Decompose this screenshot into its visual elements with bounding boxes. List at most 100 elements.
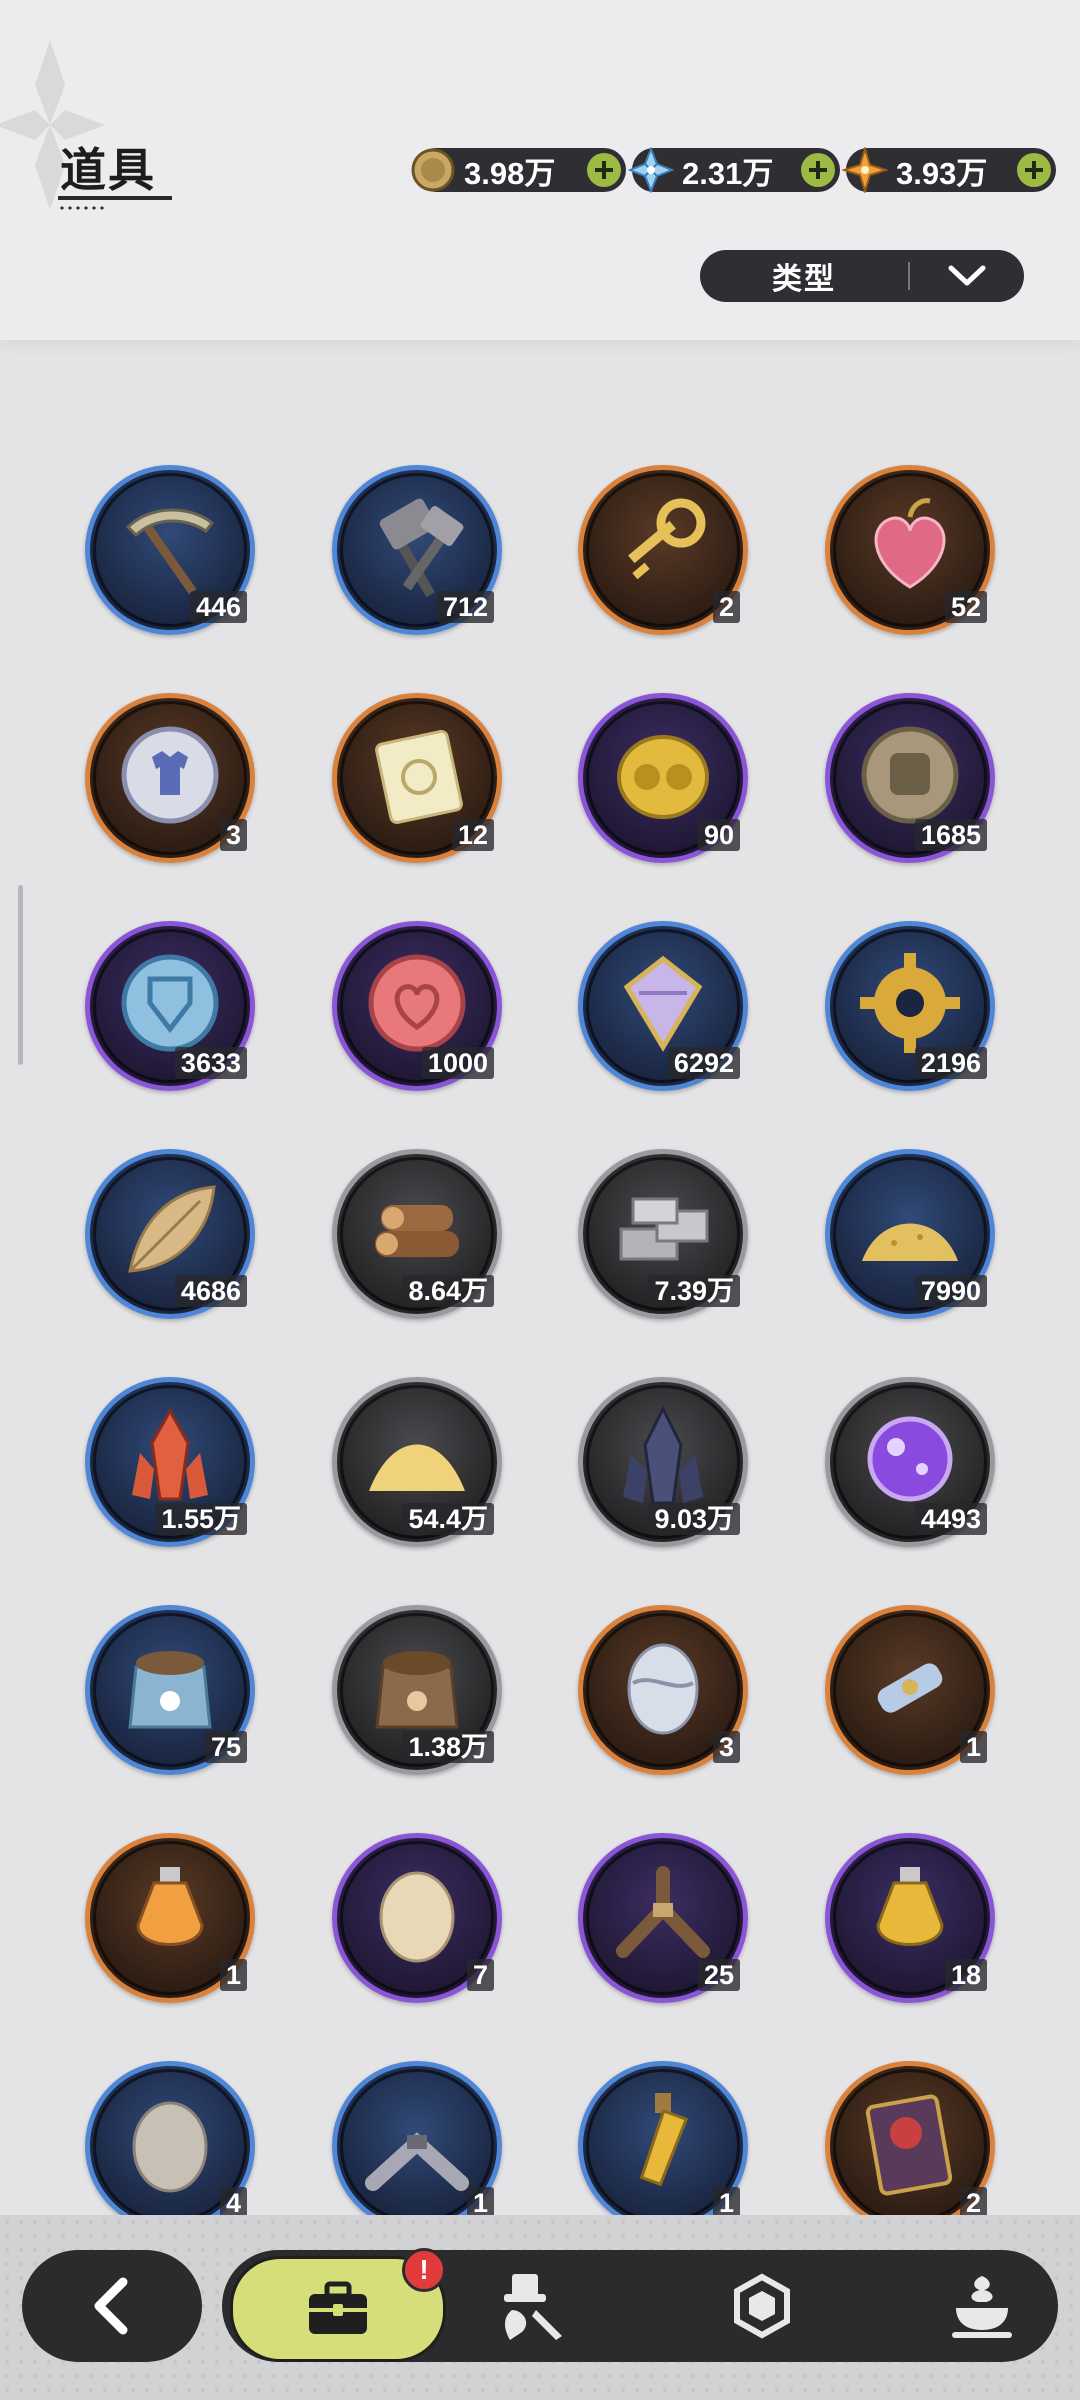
gray-feather-bundle-icon: [365, 2132, 469, 2191]
item-slot-book[interactable]: 2: [825, 2061, 995, 2215]
item-slot-red-crystal[interactable]: 1.55万: [85, 1377, 255, 1547]
item-count: 1: [466, 2187, 494, 2215]
type-filter-label: 类型: [772, 263, 836, 296]
crystal-heart-fruit-icon: [874, 498, 946, 589]
item-slot-purple-orb[interactable]: 4493: [825, 1377, 995, 1547]
item-slot-yellow-potion[interactable]: 18: [825, 1833, 995, 2003]
scale-gem-icon: [623, 955, 703, 1052]
item-count: 1.55万: [155, 1503, 247, 1535]
item-slot-heart-coin[interactable]: 1000: [332, 921, 502, 1091]
crystal-flower-icon: [628, 147, 674, 193]
item-slot-outfit-token[interactable]: 3: [85, 693, 255, 863]
item-count: 3: [219, 819, 247, 851]
gold-coin-icon: [411, 148, 455, 192]
brown-food-sack-icon: [375, 1651, 459, 1729]
blue-food-sack-icon: [128, 1651, 212, 1729]
item-slot-hammer[interactable]: 712: [332, 465, 502, 635]
title-dots: [58, 206, 106, 210]
fist-medal-icon: [861, 726, 959, 824]
gold-sand-icon: [862, 1223, 958, 1261]
gear-icon: [860, 953, 960, 1053]
item-slot-wood-logs[interactable]: 8.64万: [332, 1149, 502, 1319]
gold-emblem-icon: [617, 735, 709, 819]
scrollbar[interactable]: [18, 885, 23, 1065]
item-slot-blue-food-sack[interactable]: 75: [85, 1605, 255, 1775]
hammer-icon: [379, 498, 464, 598]
purple-orb-icon: [867, 1416, 953, 1502]
item-slot-gray-egg[interactable]: 4: [85, 2061, 255, 2215]
tab-equipment[interactable]: [462, 2250, 602, 2362]
item-count: 446: [189, 591, 247, 623]
item-count: 3: [712, 1731, 740, 1763]
item-count: 7990: [914, 1275, 987, 1307]
hexagon-crystal-icon: [734, 2273, 790, 2339]
item-count: 90: [697, 819, 740, 851]
item-slot-pickaxe[interactable]: 446: [85, 465, 255, 635]
item-count: 1: [712, 2187, 740, 2215]
item-slot-gold-sand[interactable]: 7990: [825, 1149, 995, 1319]
item-slot-gold-emblem[interactable]: 90: [578, 693, 748, 863]
dish-icon: [952, 2276, 1012, 2338]
back-button[interactable]: [22, 2250, 202, 2362]
golden-key-icon: [628, 498, 706, 580]
item-slot-blue-medal[interactable]: 3633: [85, 921, 255, 1091]
item-slot-dark-crystal[interactable]: 9.03万: [578, 1377, 748, 1547]
currency-gold-value: 3.98万: [464, 155, 556, 191]
item-slot-cream-egg[interactable]: 7: [332, 1833, 502, 2003]
item-count: 712: [436, 591, 494, 623]
item-slot-brown-food-sack[interactable]: 1.38万: [332, 1605, 502, 1775]
currency-star-value: 3.93万: [896, 155, 988, 191]
item-slot-sand-pile[interactable]: 54.4万: [332, 1377, 502, 1547]
tab-food[interactable]: [912, 2250, 1052, 2362]
item-slot-fist-medal[interactable]: 1685: [825, 693, 995, 863]
pickaxe-icon: [125, 508, 215, 595]
item-count: 1685: [914, 819, 987, 851]
hat-sword-icon: [504, 2274, 562, 2340]
bag-icon: [309, 2281, 367, 2334]
item-count: 1: [219, 1959, 247, 1991]
add-crystal-button[interactable]: [801, 153, 835, 187]
item-count: 52: [944, 591, 987, 623]
add-gold-button[interactable]: [587, 153, 621, 187]
red-crystal-icon: [132, 1407, 208, 1501]
item-count: 3633: [174, 1047, 247, 1079]
add-star-button[interactable]: [1017, 153, 1051, 187]
item-count: 54.4万: [402, 1503, 494, 1535]
chevron-down-icon: [948, 265, 986, 286]
herb-bundle-icon: [616, 1866, 710, 1958]
item-count: 1: [959, 1731, 987, 1763]
tab-crystal[interactable]: [692, 2250, 832, 2362]
item-slot-scale-gem[interactable]: 6292: [578, 921, 748, 1091]
ticket-icon: [375, 730, 463, 824]
item-slot-crystal-heart-fruit[interactable]: 52: [825, 465, 995, 635]
heart-coin-icon: [368, 954, 466, 1052]
bag-alert-badge: !: [402, 2248, 446, 2292]
item-count: 18: [944, 1959, 987, 1991]
outfit-token-icon: [121, 726, 219, 824]
item-slot-gear[interactable]: 2196: [825, 921, 995, 1091]
item-count: 4: [219, 2187, 247, 2215]
type-filter-button[interactable]: 类型: [700, 250, 1024, 302]
item-slot-gray-feather-bundle[interactable]: 1: [332, 2061, 502, 2215]
item-slot-golden-key[interactable]: 2: [578, 465, 748, 635]
item-slot-orange-potion[interactable]: 1: [85, 1833, 255, 2003]
item-slot-leaf[interactable]: 4686: [85, 1149, 255, 1319]
item-count: 2: [712, 591, 740, 623]
item-slot-silver-egg[interactable]: 3: [578, 1605, 748, 1775]
title-underline: [58, 196, 172, 200]
item-slot-stone-bricks[interactable]: 7.39万: [578, 1149, 748, 1319]
dark-crystal-icon: [623, 1405, 703, 1505]
item-slot-scroll[interactable]: 1: [825, 1605, 995, 1775]
item-count: 2: [959, 2187, 987, 2215]
stone-bricks-icon: [619, 1197, 709, 1261]
item-slot-herb-bundle[interactable]: 25: [578, 1833, 748, 2003]
item-count: 7: [466, 1959, 494, 1991]
orange-potion-icon: [136, 1867, 204, 1946]
currency-crystal-value: 2.31万: [682, 155, 774, 191]
item-slot-vial[interactable]: 1: [578, 2061, 748, 2215]
book-icon: [865, 2094, 953, 2196]
wood-logs-icon: [375, 1205, 459, 1257]
currency-star: 3.93万: [842, 147, 1056, 193]
item-slot-ticket[interactable]: 12: [332, 693, 502, 863]
gray-egg-icon: [132, 2101, 208, 2193]
